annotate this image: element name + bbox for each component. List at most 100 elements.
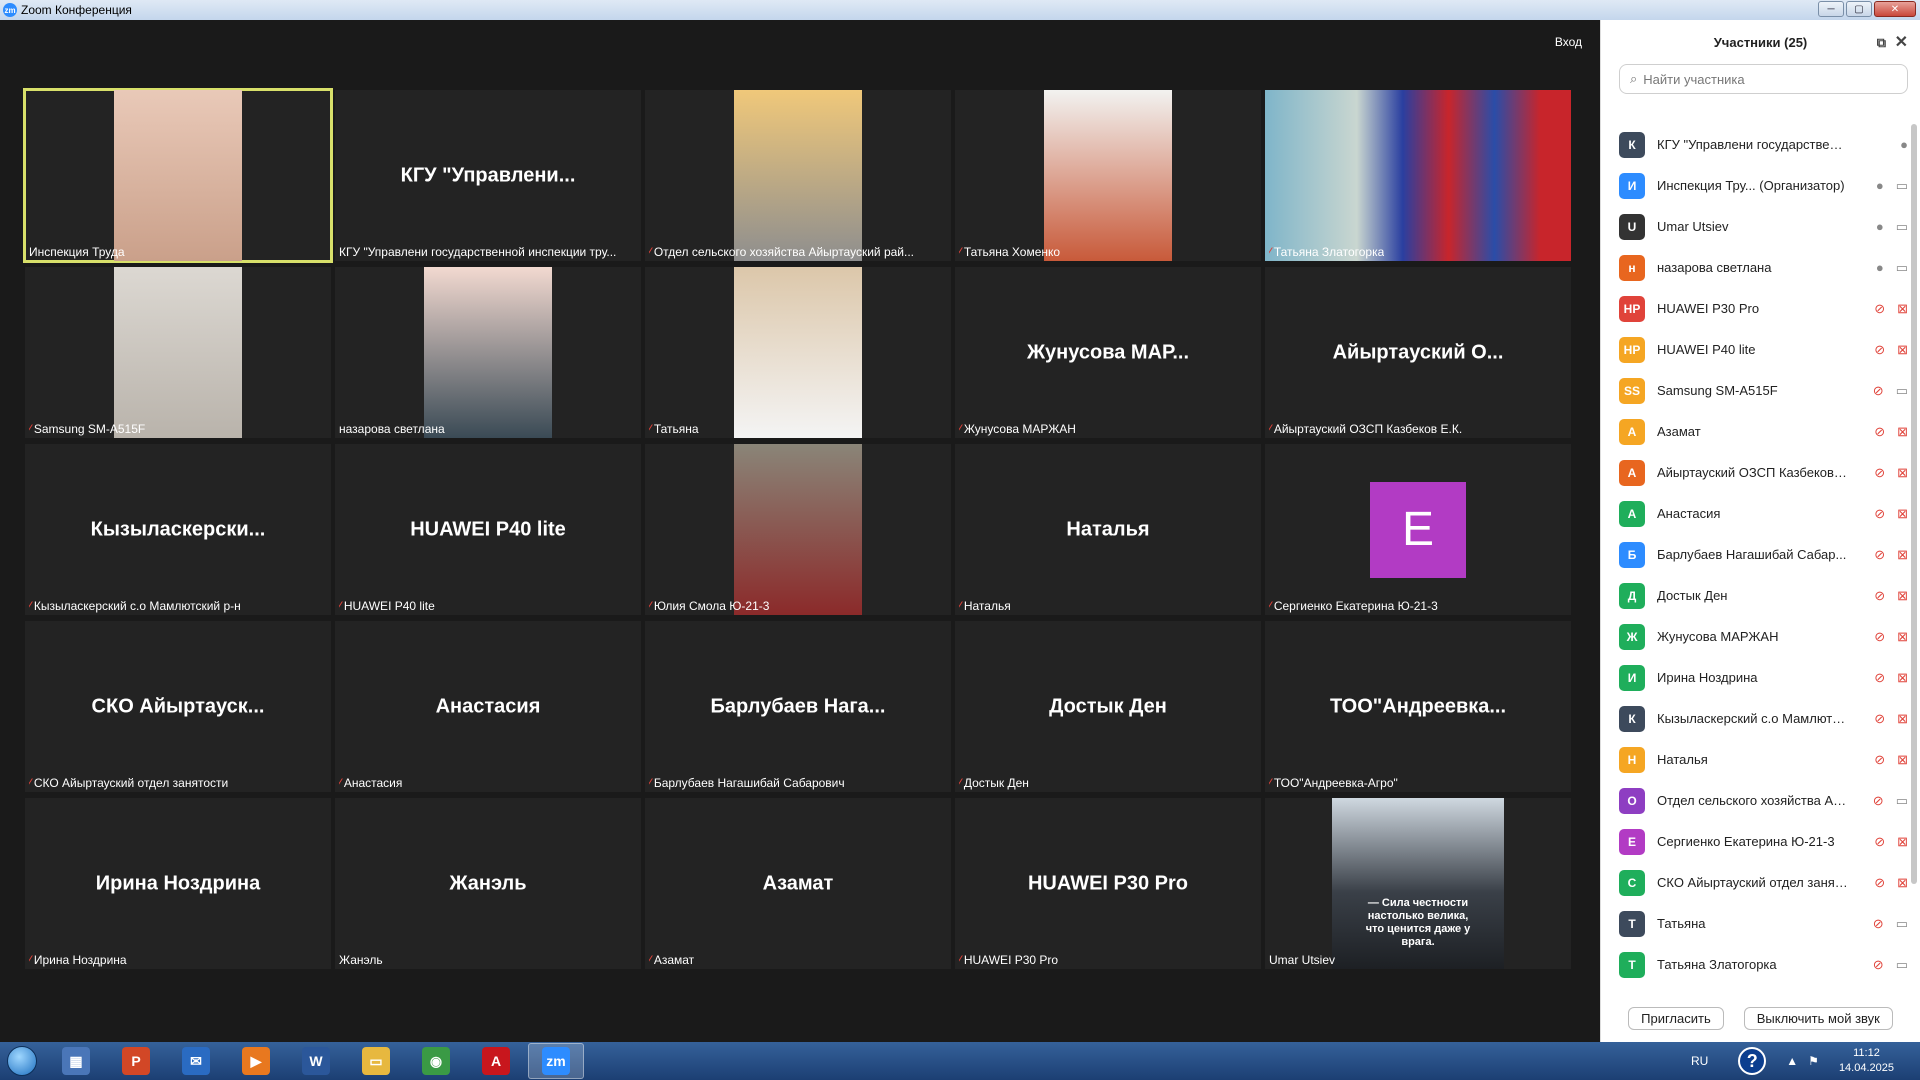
popout-icon[interactable]: ⧉ <box>1877 35 1886 51</box>
camera-off-icon[interactable]: ⊠ <box>1897 875 1908 891</box>
video-tile[interactable]: назарова светлана <box>335 267 641 438</box>
mic-muted-icon[interactable]: ⊘ <box>1874 711 1885 727</box>
start-button[interactable] <box>0 1043 44 1079</box>
participant-row[interactable]: U Umar Utsiev ● ▭ <box>1619 206 1908 247</box>
mic-icon[interactable]: ● <box>1876 260 1884 276</box>
participant-row[interactable]: А Айыртауский ОЗСП Казбеков ... ⊘ ⊠ <box>1619 452 1908 493</box>
mic-muted-icon[interactable]: ⊘ <box>1873 957 1884 973</box>
video-tile[interactable]: Ирина Ноздрина ⁄ Ирина Ноздрина <box>25 798 331 969</box>
mic-muted-icon[interactable]: ⊘ <box>1874 875 1885 891</box>
mic-muted-icon[interactable]: ⊘ <box>1874 588 1885 604</box>
video-tile[interactable]: Жунусова МАР... ⁄ Жунусова МАРЖАН <box>955 267 1261 438</box>
camera-off-icon[interactable]: ⊠ <box>1897 752 1908 768</box>
video-tile[interactable]: HUAWEI P30 Pro ⁄ HUAWEI P30 Pro <box>955 798 1261 969</box>
participant-row[interactable]: Б Барлубаев Нагашибай Сабар... ⊘ ⊠ <box>1619 534 1908 575</box>
mic-muted-icon[interactable]: ⊘ <box>1874 547 1885 563</box>
participant-row[interactable]: HP HUAWEI P30 Pro ⊘ ⊠ <box>1619 288 1908 329</box>
participant-row[interactable]: С СКО Айыртауский отдел занят... ⊘ ⊠ <box>1619 862 1908 903</box>
camera-off-icon[interactable]: ⊠ <box>1897 465 1908 481</box>
mic-muted-icon[interactable]: ⊘ <box>1873 916 1884 932</box>
close-button[interactable]: ✕ <box>1874 1 1916 17</box>
video-tile[interactable]: Инспекция Труда <box>23 88 333 263</box>
mic-icon[interactable]: ● <box>1876 178 1884 194</box>
video-tile[interactable]: ⁄ Татьяна Хоменко <box>955 90 1261 261</box>
camera-off-icon[interactable]: ⊠ <box>1897 711 1908 727</box>
word-taskbar-button[interactable]: W <box>288 1043 344 1079</box>
video-tile[interactable]: ⁄ Отдел сельского хозяйства Айыртауский р… <box>645 90 951 261</box>
camera-off-icon[interactable]: ⊠ <box>1897 301 1908 317</box>
clock[interactable]: 11:12 14.04.2025 <box>1839 1046 1894 1076</box>
camera-icon[interactable]: ▭ <box>1896 260 1908 276</box>
participant-row[interactable]: Т Татьяна Златогорка ⊘ ▭ <box>1619 944 1908 985</box>
participant-row[interactable]: Е Сергиенко Екатерина Ю-21-3 ⊘ ⊠ <box>1619 821 1908 862</box>
participant-row[interactable]: Т Татьяна ⊘ ▭ <box>1619 903 1908 944</box>
participant-row[interactable]: О Отдел сельского хозяйства Ай... ⊘ ▭ <box>1619 780 1908 821</box>
mic-muted-icon[interactable]: ⊘ <box>1874 301 1885 317</box>
video-tile[interactable]: Кызыласкерски... ⁄ Кызыласкерский с.о Мамл… <box>25 444 331 615</box>
flag-icon[interactable]: ⚑ <box>1808 1054 1819 1068</box>
camera-icon[interactable]: ▭ <box>1896 957 1908 973</box>
media-player-taskbar-button[interactable]: ▶ <box>228 1043 284 1079</box>
participant-row[interactable]: А Анастасия ⊘ ⊠ <box>1619 493 1908 534</box>
camera-icon[interactable]: ▭ <box>1896 219 1908 235</box>
video-tile[interactable]: — Сила честности настолько велика, что ц… <box>1265 798 1571 969</box>
mic-icon[interactable]: ● <box>1900 137 1908 152</box>
powerpoint-taskbar-button[interactable]: P <box>108 1043 164 1079</box>
participant-row[interactable]: HP HUAWEI P40 lite ⊘ ⊠ <box>1619 329 1908 370</box>
maximize-button[interactable]: ▢ <box>1846 1 1872 17</box>
mic-muted-icon[interactable]: ⊘ <box>1874 629 1885 645</box>
camera-icon[interactable]: ▭ <box>1896 178 1908 194</box>
participant-row[interactable]: И Ирина Ноздрина ⊘ ⊠ <box>1619 657 1908 698</box>
mic-muted-icon[interactable]: ⊘ <box>1874 342 1885 358</box>
mic-muted-icon[interactable]: ⊘ <box>1873 383 1884 399</box>
camera-off-icon[interactable]: ⊠ <box>1897 834 1908 850</box>
video-tile[interactable]: Айыртауский О... ⁄ Айыртауский ОЗСП Казбек… <box>1265 267 1571 438</box>
mic-muted-icon[interactable]: ⊘ <box>1874 506 1885 522</box>
video-tile[interactable]: ТОО"Андреевка... ⁄ ТОО"Андреевка-Агро" <box>1265 621 1571 792</box>
camera-icon[interactable]: ▭ <box>1896 793 1908 809</box>
search-input[interactable]: ⌕ Найти участника <box>1619 64 1908 94</box>
participant-row[interactable]: Н Наталья ⊘ ⊠ <box>1619 739 1908 780</box>
help-icon[interactable]: ? <box>1738 1047 1767 1075</box>
video-tile[interactable]: СКО Айыртауск... ⁄ СКО Айыртауский отдел з… <box>25 621 331 792</box>
video-tile[interactable]: E ⁄ Сергиенко Екатерина Ю-21-3 <box>1265 444 1571 615</box>
camera-off-icon[interactable]: ⊠ <box>1897 506 1908 522</box>
participant-row[interactable]: К Кызыласкерский с.о Мамлютс... ⊘ ⊠ <box>1619 698 1908 739</box>
camera-off-icon[interactable]: ⊠ <box>1897 342 1908 358</box>
close-panel-icon[interactable]: ✕ <box>1895 32 1908 52</box>
participant-row[interactable]: н назарова светлана ● ▭ <box>1619 247 1908 288</box>
participant-row[interactable]: И Инспекция Тру... (Организатор) ● ▭ <box>1619 165 1908 206</box>
participant-scrollbar[interactable] <box>1911 124 1917 884</box>
outlook-taskbar-button[interactable]: ✉ <box>168 1043 224 1079</box>
video-tile[interactable]: Достык Ден ⁄ Достык Ден <box>955 621 1261 792</box>
mic-icon[interactable]: ● <box>1876 219 1884 235</box>
participant-row[interactable]: К КГУ "Управлени государственн... (Я) ● <box>1619 124 1908 165</box>
video-tile[interactable]: Анастасия ⁄ Анастасия <box>335 621 641 792</box>
video-tile[interactable]: ⁄ Samsung SM-A515F <box>25 267 331 438</box>
mute-self-button[interactable]: Выключить мой звук <box>1743 1007 1893 1030</box>
chrome-taskbar-button[interactable]: ◉ <box>408 1043 464 1079</box>
zoom-taskbar-button[interactable]: zm <box>528 1043 584 1079</box>
video-tile[interactable]: Азамат ⁄ Азамат <box>645 798 951 969</box>
video-tile[interactable]: ⁄ Юлия Смола Ю-21-3 <box>645 444 951 615</box>
explorer-taskbar-button[interactable]: ▭ <box>348 1043 404 1079</box>
camera-off-icon[interactable]: ⊠ <box>1897 424 1908 440</box>
video-tile[interactable]: HUAWEI P40 lite ⁄ HUAWEI P40 lite <box>335 444 641 615</box>
network-icon[interactable]: ▲ <box>1786 1054 1798 1068</box>
minimize-button[interactable]: ─ <box>1818 1 1844 17</box>
mic-muted-icon[interactable]: ⊘ <box>1873 793 1884 809</box>
calculator-taskbar-button[interactable]: ▦ <box>48 1043 104 1079</box>
acrobat-taskbar-button[interactable]: A <box>468 1043 524 1079</box>
camera-off-icon[interactable]: ⊠ <box>1897 588 1908 604</box>
camera-off-icon[interactable]: ⊠ <box>1897 547 1908 563</box>
participant-row[interactable]: Д Достык Ден ⊘ ⊠ <box>1619 575 1908 616</box>
participant-row[interactable]: SS Samsung SM-A515F ⊘ ▭ <box>1619 370 1908 411</box>
mic-muted-icon[interactable]: ⊘ <box>1874 752 1885 768</box>
camera-off-icon[interactable]: ⊠ <box>1897 629 1908 645</box>
camera-icon[interactable]: ▭ <box>1896 383 1908 399</box>
video-tile[interactable]: ⁄ Татьяна Златогорка <box>1265 90 1571 261</box>
mic-muted-icon[interactable]: ⊘ <box>1874 834 1885 850</box>
video-tile[interactable]: Наталья ⁄ Наталья <box>955 444 1261 615</box>
mic-muted-icon[interactable]: ⊘ <box>1874 424 1885 440</box>
video-tile[interactable]: КГУ "Управлени... КГУ "Управлени государс… <box>335 90 641 261</box>
